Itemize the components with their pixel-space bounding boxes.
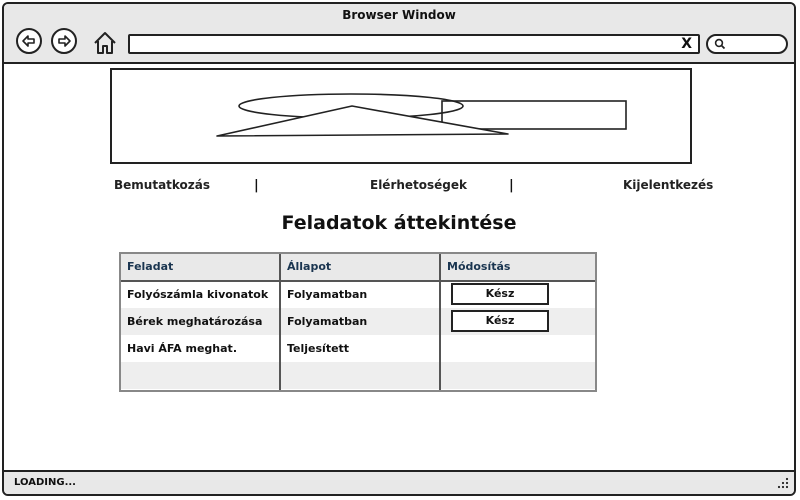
status-cell: Folyamatban (287, 315, 368, 328)
column-header-status[interactable]: Állapot (287, 260, 331, 273)
clear-label: X (681, 36, 692, 52)
task-cell: Folyószámla kivonatok (127, 288, 269, 301)
status-bar: LOADING... (4, 470, 794, 494)
table-row: Folyószámla kivonatok Folyamatban Kész (121, 281, 595, 308)
task-cell: Havi ÁFA meghat. (127, 342, 237, 355)
resize-grip-icon[interactable] (776, 476, 790, 490)
nav-separator: | (509, 178, 514, 193)
column-header-modify[interactable]: Módosítás (447, 260, 510, 273)
tasks-table: Feladat Állapot Módosítás Folyószámla ki… (119, 252, 597, 392)
nav-link-kijelentkezes[interactable]: Kijelentkezés (623, 178, 713, 192)
column-header-task[interactable]: Feladat (127, 260, 173, 273)
status-text: LOADING... (14, 477, 76, 488)
clear-url-button[interactable]: X (681, 36, 692, 52)
forward-button[interactable] (51, 28, 77, 54)
back-arrow-icon (22, 35, 35, 47)
address-bar[interactable]: X (128, 34, 700, 54)
column-divider (439, 254, 441, 390)
table-header: Feladat Állapot Módosítás (121, 254, 595, 282)
back-button[interactable] (16, 28, 42, 54)
nav-link-elerhetosegek[interactable]: Elérhetoségek (370, 178, 467, 192)
column-divider (279, 254, 281, 390)
status-cell: Folyamatban (287, 288, 368, 301)
nav-link-bemutatkozas[interactable]: Bemutatkozás (114, 178, 210, 192)
window-title: Browser Window (342, 8, 456, 22)
table-row: Havi ÁFA meghat. Teljesített (121, 335, 595, 362)
forward-arrow-icon (58, 35, 71, 47)
done-button[interactable]: Kész (451, 283, 549, 305)
table-row (121, 362, 595, 389)
nav-separator: | (254, 178, 259, 193)
image-placeholder-icon (216, 93, 627, 137)
home-icon[interactable] (92, 30, 118, 56)
status-cell: Teljesített (287, 342, 350, 355)
browser-window: Browser Window X Bemutatkozás | Elérheto… (2, 2, 796, 496)
page-title: Feladatok áttekintése (281, 212, 517, 234)
search-field[interactable] (706, 34, 788, 54)
search-icon (714, 38, 726, 50)
table-row: Bérek meghatározása Folyamatban Kész (121, 308, 595, 335)
task-cell: Bérek meghatározása (127, 315, 263, 328)
done-button[interactable]: Kész (451, 310, 549, 332)
browser-titlebar: Browser Window X (4, 4, 794, 64)
banner-image-placeholder (110, 68, 692, 164)
